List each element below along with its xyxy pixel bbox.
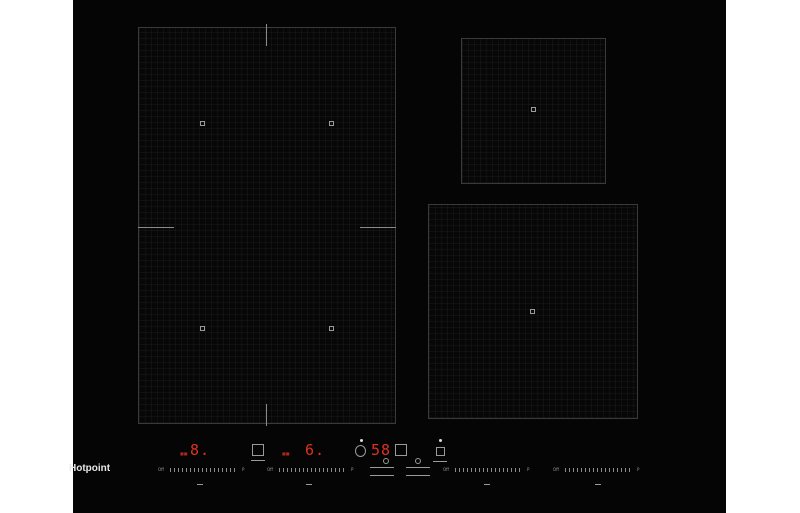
slider-min-label: Off xyxy=(553,467,559,472)
slider-zone-2[interactable]: Off P xyxy=(267,467,357,473)
slider-ticks xyxy=(279,468,347,472)
lock-underline xyxy=(433,461,447,462)
slider-marker xyxy=(484,484,490,485)
pause-icon[interactable] xyxy=(395,444,407,456)
zone-marker xyxy=(531,107,536,112)
slider-min-label: Off xyxy=(158,467,164,472)
zone-marker xyxy=(329,121,334,126)
bridge-underline xyxy=(251,460,265,461)
slider-marker xyxy=(595,484,601,485)
power-icon[interactable] xyxy=(383,458,389,464)
control-plus-line xyxy=(406,475,430,476)
zone-marker xyxy=(200,326,205,331)
control-minus-line xyxy=(406,467,430,468)
bridge-icon[interactable] xyxy=(252,444,264,456)
slider-min-label: Off xyxy=(267,467,273,472)
zone-divider-bottom xyxy=(266,404,267,426)
slider-max-label: P xyxy=(637,467,640,472)
zone-divider-top xyxy=(266,24,267,46)
brand-logo: Hotpoint xyxy=(69,463,111,474)
left-zone-display: 8. xyxy=(190,441,211,459)
slider-marker xyxy=(197,484,203,485)
zone-marker xyxy=(329,326,334,331)
center-zone-display: 6. xyxy=(305,441,326,459)
flexi-zone-left[interactable] xyxy=(138,27,396,424)
slider-max-label: P xyxy=(351,467,354,472)
slider-ticks xyxy=(455,468,523,472)
zone-split-right-mark xyxy=(360,227,396,228)
slider-zone-1[interactable]: Off P xyxy=(158,467,248,473)
slider-min-label: Off xyxy=(443,467,449,472)
slider-marker xyxy=(306,484,312,485)
clock-icon[interactable] xyxy=(355,445,366,457)
timer-display: 58 xyxy=(371,441,392,459)
slider-ticks xyxy=(170,468,238,472)
slider-max-label: P xyxy=(527,467,530,472)
zone-indicator: ■■ xyxy=(180,451,188,456)
slider-ticks xyxy=(565,468,633,472)
zone-marker xyxy=(200,121,205,126)
status-dot xyxy=(360,439,363,442)
timer-plus-line xyxy=(370,475,394,476)
lock-icon[interactable] xyxy=(436,447,445,456)
zone-split-left-mark xyxy=(138,227,174,228)
slider-zone-3[interactable]: Off P xyxy=(443,467,533,473)
slider-zone-4[interactable]: Off P xyxy=(553,467,643,473)
cooktop-glass: ■■ 8. ■■ 6. 58 Hotpoint Off P Off P Off … xyxy=(69,0,726,513)
zone-marker xyxy=(530,309,535,314)
zone-indicator: ■■ xyxy=(282,451,290,456)
slider-max-label: P xyxy=(242,467,245,472)
timer-minus-line xyxy=(370,467,394,468)
status-dot xyxy=(439,439,442,442)
power-icon[interactable] xyxy=(415,458,421,464)
